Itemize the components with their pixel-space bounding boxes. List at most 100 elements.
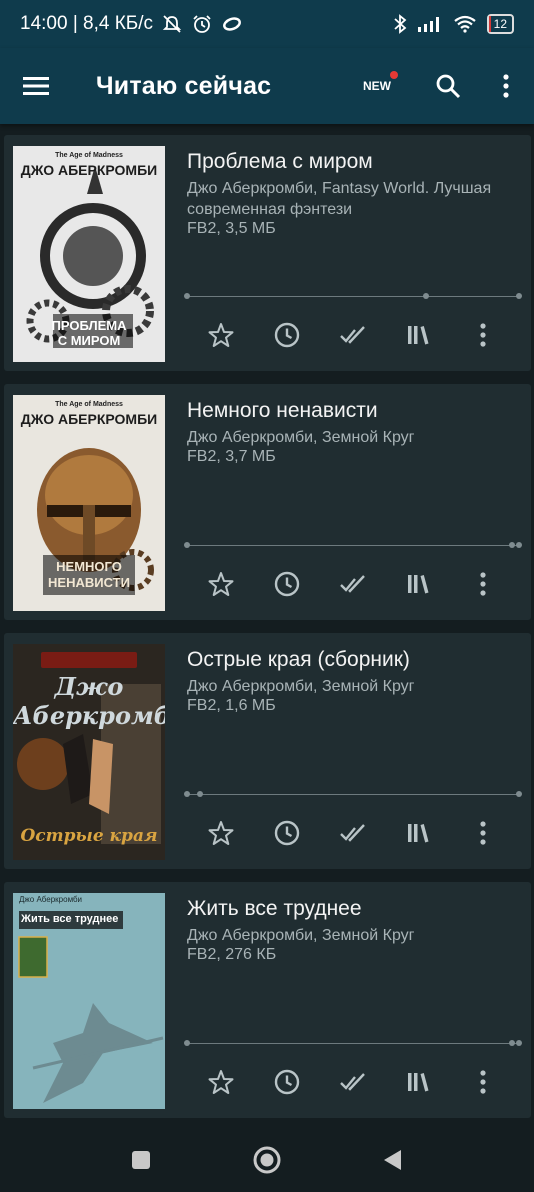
book-actions [208,318,509,352]
overflow-menu-button[interactable] [488,66,524,106]
history-button[interactable] [270,816,304,850]
battery-level: 12 [493,17,507,31]
book-menu-button[interactable] [466,816,500,850]
progress-marker [197,791,204,797]
book-actions [208,567,509,601]
progress-endpoint [184,542,190,548]
more-vertical-icon [480,1070,486,1094]
cover-author: ДЖО АБЕРКРОМБИ [20,411,158,427]
double-check-icon [340,326,365,344]
system-navigation-bar [0,1126,534,1192]
cover-title: С МИРОМ [57,333,121,348]
mark-read-button[interactable] [336,1065,370,1099]
book-author: Джо Аберкромби, Земной Круг [187,927,415,944]
book-cover[interactable]: The Age of Madness ДЖО АБЕРКРОМБИ НЕМНОГО Н… [13,395,165,611]
favorite-button[interactable] [204,567,238,601]
bluetooth-icon [394,14,407,34]
book-title[interactable]: Немного ненависти [187,399,378,423]
status-bar: 14:00 | 8,4 КБ/с 12 [0,0,534,48]
back-triangle-icon [384,1150,401,1170]
star-icon [208,1070,234,1094]
cover-art [13,893,165,1109]
book-author: Джо Аберкромби, Земной Круг [187,678,415,695]
app-bar: Читаю сейчас NEW [0,48,534,124]
book-card[interactable]: The Age of Madness ДЖО АБЕРКРОМБИ ПРОБЛЕМА… [4,135,531,371]
page-title: Читаю сейчас [96,71,272,100]
progress-endpoint [516,542,522,548]
menu-button[interactable] [0,48,72,124]
book-author: Джо Аберкромби, Земной Круг [187,429,415,446]
progress-endpoint [184,293,190,299]
book-file-info: FB2, 276 КБ [187,946,277,963]
book-card[interactable]: Джо Аберкромби Жить все труднее Жить все т… [4,882,531,1118]
more-vertical-icon [480,821,486,845]
new-button[interactable]: NEW [352,70,402,102]
progress-endpoint [184,791,190,797]
cover-title: НЕМНОГО [56,559,122,574]
star-icon [208,572,234,596]
book-cover[interactable]: Джо Аберкромби Острые края [13,644,165,860]
history-button[interactable] [270,567,304,601]
progress-marker [423,293,430,299]
shelf-button[interactable] [402,318,436,352]
mute-icon [162,15,182,33]
favorite-button[interactable] [204,318,238,352]
star-icon [208,323,234,347]
battery-fill [488,16,492,32]
book-cover[interactable]: Джо Аберкромби Жить все труднее [13,893,165,1109]
progress-endpoint [516,293,522,299]
cover-title: Острые края [20,826,158,846]
shelf-button[interactable] [402,1065,436,1099]
book-menu-button[interactable] [466,567,500,601]
mark-read-button[interactable] [336,816,370,850]
clock-icon [274,322,300,348]
book-card[interactable]: Джо Аберкромби Острые края Острые края (сб… [4,633,531,869]
search-icon [436,74,461,99]
mark-read-button[interactable] [336,567,370,601]
recents-button[interactable] [125,1144,157,1176]
progress-marker [509,1040,516,1046]
book-file-info: FB2, 3,7 МБ [187,448,276,465]
home-button[interactable] [251,1144,283,1176]
star-icon [208,821,234,845]
cover-author: Джо Аберкромби [19,895,83,904]
double-check-icon [340,824,365,842]
book-title[interactable]: Проблема с миром [187,150,373,174]
book-title[interactable]: Жить все труднее [187,897,362,921]
reading-progress [184,293,522,299]
book-file-info: FB2, 3,5 МБ [187,220,276,237]
shelf-button[interactable] [402,567,436,601]
wifi-icon [453,15,476,33]
progress-endpoint [184,1040,190,1046]
book-actions [208,1065,509,1099]
home-circle-icon [253,1146,281,1174]
reading-progress [184,1040,522,1046]
book-menu-button[interactable] [466,318,500,352]
shelf-button[interactable] [402,816,436,850]
book-actions [208,816,509,850]
favorite-button[interactable] [204,1065,238,1099]
back-button[interactable] [376,1144,408,1176]
mark-read-button[interactable] [336,318,370,352]
alarm-icon [193,15,211,33]
book-cover[interactable]: The Age of Madness ДЖО АБЕРКРОМБИ ПРОБЛЕМА… [13,146,165,362]
history-button[interactable] [270,318,304,352]
hamburger-icon [23,77,49,95]
reading-progress [184,791,522,797]
favorite-button[interactable] [204,816,238,850]
history-button[interactable] [270,1065,304,1099]
progress-endpoint [516,1040,522,1046]
more-vertical-icon [480,572,486,596]
book-menu-button[interactable] [466,1065,500,1099]
search-button[interactable] [428,66,468,106]
reading-progress [184,542,522,548]
double-check-icon [340,575,365,593]
cover-title: ПРОБЛЕМА [51,318,127,333]
cover-author: ДЖО АБЕРКРОМБИ [20,162,158,178]
book-card[interactable]: The Age of Madness ДЖО АБЕРКРОМБИ НЕМНОГО Н… [4,384,531,620]
library-icon [408,824,429,843]
status-time: 14:00 | 8,4 КБ/с [20,13,154,34]
progress-endpoint [516,791,522,797]
book-title[interactable]: Острые края (сборник) [187,648,410,672]
clock-icon [274,571,300,597]
